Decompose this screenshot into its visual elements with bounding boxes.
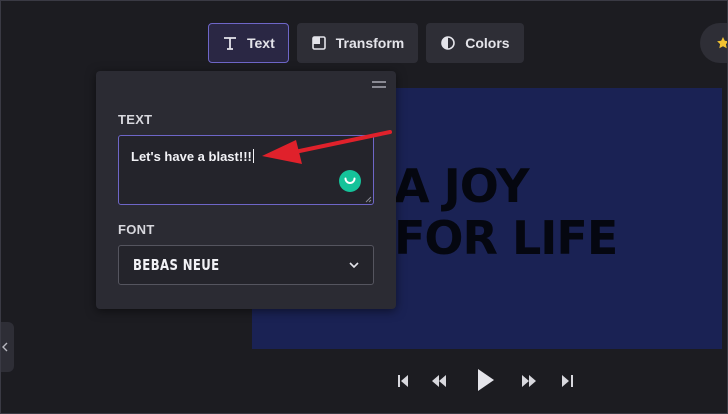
- text-properties-panel: TEXT Let's have a blast!!! FONT BEBAS NE…: [96, 71, 396, 309]
- rewind-icon[interactable]: [432, 375, 446, 387]
- playback-controls: [394, 366, 574, 396]
- text-input-value: Let's have a blast!!!: [131, 149, 252, 164]
- play-icon[interactable]: [476, 368, 496, 392]
- font-select[interactable]: BEBAS NEUE: [118, 245, 374, 285]
- preview-line-1: A JOY: [394, 159, 530, 213]
- chevron-down-icon: [349, 262, 359, 268]
- star-icon: [717, 37, 728, 49]
- drag-handle-icon[interactable]: [372, 81, 386, 91]
- colors-tab-label: Colors: [465, 35, 510, 51]
- sidebar-collapse-handle[interactable]: [0, 322, 14, 372]
- premium-button[interactable]: [700, 23, 728, 63]
- skip-forward-icon[interactable]: [562, 375, 573, 387]
- editor-toolbar: Text Transform Colors: [208, 23, 524, 63]
- colors-icon: [441, 36, 456, 50]
- chevron-left-icon: [2, 342, 8, 352]
- transform-icon: [311, 36, 326, 50]
- text-icon: [224, 37, 236, 50]
- text-tab-button[interactable]: Text: [208, 23, 289, 63]
- resize-grip-icon[interactable]: [364, 195, 372, 203]
- grammarly-icon[interactable]: [339, 170, 361, 192]
- preview-title-text: A JOY FOR LIFE: [394, 159, 618, 265]
- text-caret: [252, 149, 254, 163]
- text-input[interactable]: Let's have a blast!!!: [118, 135, 374, 205]
- text-section-label: TEXT: [118, 112, 153, 127]
- fast-forward-icon[interactable]: [522, 375, 536, 387]
- colors-tab-button[interactable]: Colors: [426, 23, 524, 63]
- transform-tab-button[interactable]: Transform: [296, 23, 419, 63]
- skip-back-icon[interactable]: [398, 375, 409, 387]
- preview-line-2: FOR LIFE: [394, 211, 618, 265]
- font-section-label: FONT: [118, 222, 155, 237]
- font-select-value: BEBAS NEUE: [133, 256, 220, 274]
- transform-tab-label: Transform: [335, 35, 405, 51]
- text-tab-label: Text: [247, 35, 275, 51]
